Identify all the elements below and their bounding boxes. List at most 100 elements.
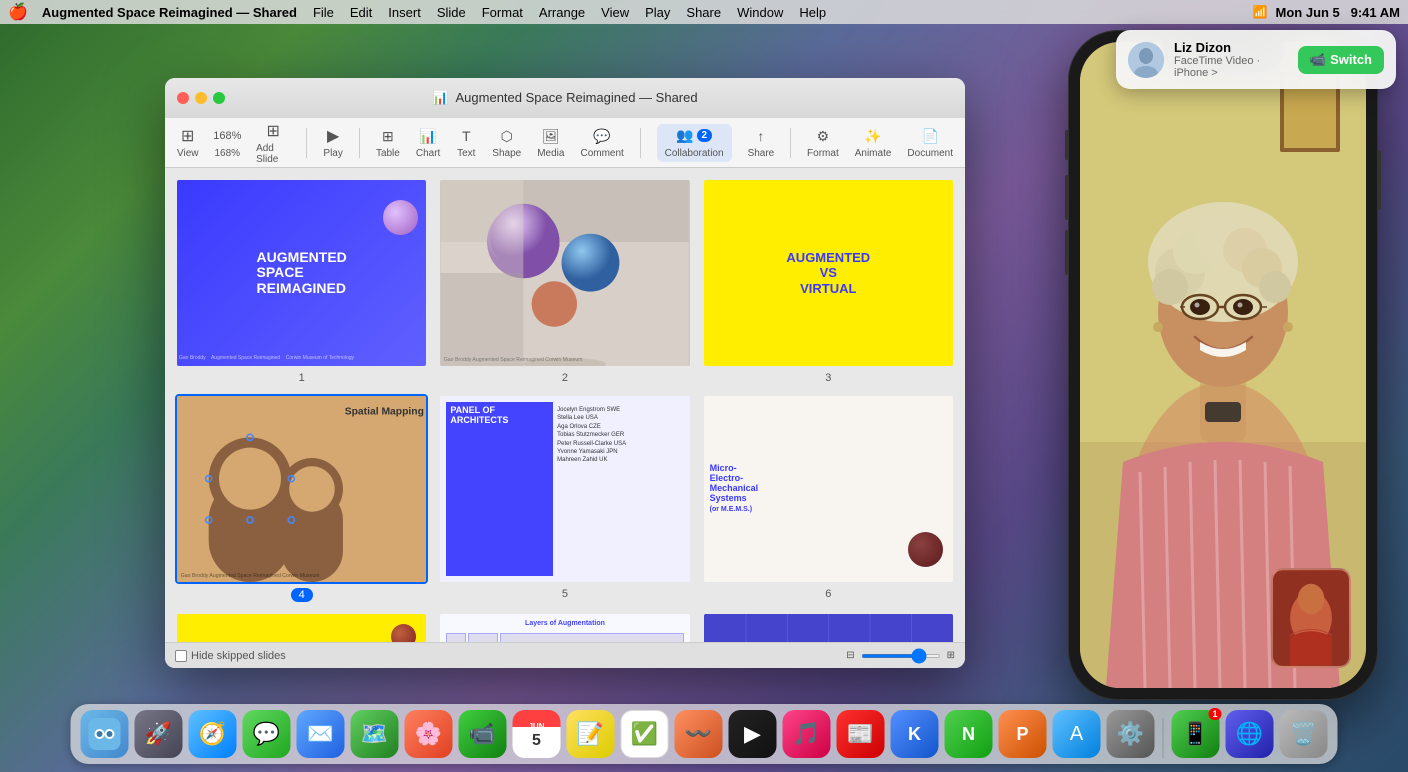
- slide-8-title: Layers of Augmentation: [446, 620, 683, 627]
- facetime-info: Liz Dizon FaceTime Video · iPhone >: [1174, 40, 1288, 79]
- share-toolbar-btn[interactable]: ↑ Share: [748, 126, 775, 159]
- close-button[interactable]: [177, 92, 189, 104]
- table-toolbar-btn[interactable]: ⊞ Table: [376, 126, 400, 159]
- dock-screentime[interactable]: 🌐: [1226, 710, 1274, 758]
- play-label: Play: [323, 148, 342, 159]
- slide-6-number: 6: [825, 588, 831, 600]
- slide-8-item[interactable]: Layers of Augmentation 8: [438, 612, 691, 642]
- dock-news[interactable]: 📰: [837, 710, 885, 758]
- zoom-slider[interactable]: [861, 654, 941, 658]
- hide-skipped-checkbox-area[interactable]: Hide skipped slides: [175, 650, 286, 662]
- add-slide-label: Add Slide: [256, 143, 290, 165]
- view-toolbar-btn[interactable]: ⊞ View: [177, 126, 199, 159]
- slide-5-number: 5: [562, 588, 568, 600]
- share-menu[interactable]: Share: [680, 3, 727, 22]
- slide-7-item[interactable]: AUGO 7: [175, 612, 428, 642]
- add-slide-toolbar-btn[interactable]: ⊞ Add Slide: [256, 121, 290, 165]
- chart-toolbar-btn[interactable]: 📊 Chart: [416, 126, 440, 159]
- iphone-device: [1068, 30, 1378, 700]
- dock-numbers[interactable]: N: [945, 710, 993, 758]
- slide-2-item[interactable]: Gao Broddy Augmented Space Reimagined Co…: [438, 178, 691, 384]
- minimize-button[interactable]: [195, 92, 207, 104]
- hide-skipped-label: Hide skipped slides: [191, 650, 286, 662]
- slide-9-item[interactable]: PHYSICAL AUGMENTED VIRTUAL 9: [702, 612, 955, 642]
- document-toolbar-btn[interactable]: 📄 Document: [907, 126, 953, 159]
- window-menu[interactable]: Window: [731, 3, 789, 22]
- pip-thumbnail: [1271, 568, 1351, 668]
- dock-reminders[interactable]: ✅: [621, 710, 669, 758]
- dock-pages[interactable]: P: [999, 710, 1047, 758]
- format-toolbar-btn[interactable]: ⚙ Format: [807, 126, 839, 159]
- slide-5-item[interactable]: PANEL OFARCHITECTS Jocelyn Engstrom SWE …: [438, 394, 691, 602]
- slide-4-item[interactable]: Spatial Mapping: [175, 394, 428, 602]
- svg-text:Gao Broddy Augmented Space: Gao Broddy Augmented Space Reimagined Co…: [444, 357, 583, 363]
- wifi-icon: 📶: [1253, 5, 1268, 19]
- maximize-button[interactable]: [213, 92, 225, 104]
- dock-mail[interactable]: ✉️: [297, 710, 345, 758]
- dock-messages[interactable]: 💬: [243, 710, 291, 758]
- collaboration-toolbar-btn[interactable]: 👥 2 Collaboration: [657, 124, 732, 162]
- play-toolbar-btn[interactable]: ▶ Play: [323, 126, 343, 159]
- dock-maps[interactable]: 🗺️: [351, 710, 399, 758]
- slide-1-text: AUGMENTEDSPACEREIMAGINED: [249, 242, 355, 304]
- dock-finder[interactable]: [81, 710, 129, 758]
- dock-music[interactable]: 🎵: [783, 710, 831, 758]
- dock-appstore[interactable]: A: [1053, 710, 1101, 758]
- comment-toolbar-btn[interactable]: 💬 Comment: [580, 126, 623, 159]
- hide-skipped-checkbox[interactable]: [175, 650, 187, 662]
- slide-menu[interactable]: Slide: [431, 3, 472, 22]
- format-menu[interactable]: Format: [476, 3, 529, 22]
- iphone-volume-up-button[interactable]: [1065, 175, 1069, 220]
- apple-menu[interactable]: 🍎: [8, 2, 28, 22]
- zoom-toolbar-btn[interactable]: 168% 168%: [215, 126, 241, 159]
- dock: 🚀 🧭 💬 ✉️ 🗺️ 🌸 📹 JUN 5 📝 ✅ 〰️ ▶ 🎵 📰 K: [71, 704, 1338, 764]
- view-menu[interactable]: View: [595, 3, 635, 22]
- toolbar-separator-2: [359, 128, 360, 158]
- facetime-person-name: Liz Dizon: [1174, 40, 1288, 55]
- dock-facetime[interactable]: 📹: [459, 710, 507, 758]
- slide-6-text: Micro-Electro-MechanicalSystems(or M.E.M…: [704, 458, 953, 519]
- dock-freeform[interactable]: 〰️: [675, 710, 723, 758]
- facetime-video-icon: 📹: [1310, 52, 1326, 68]
- dock-calendar[interactable]: JUN 5: [513, 710, 561, 758]
- datetime: Mon Jun 5 9:41 AM: [1276, 5, 1400, 20]
- slide-1-item[interactable]: AUGMENTEDSPACEREIMAGINED Gao Broddy Augm…: [175, 178, 428, 384]
- dock-appletv[interactable]: ▶: [729, 710, 777, 758]
- table-label: Table: [376, 148, 400, 159]
- format-label: Format: [807, 148, 839, 159]
- slide-5-left-text: PANEL OFARCHITECTS: [446, 402, 553, 576]
- toolbar-separator-3: [640, 128, 641, 158]
- dock-facetime-active[interactable]: 📱 1: [1172, 710, 1220, 758]
- window-titlebar: 📊 Augmented Space Reimagined — Shared: [165, 78, 965, 118]
- dock-photos[interactable]: 🌸: [405, 710, 453, 758]
- shape-toolbar-btn[interactable]: ⬡ Shape: [492, 126, 521, 159]
- text-toolbar-btn[interactable]: T Text: [456, 126, 476, 159]
- iphone-mute-button[interactable]: [1065, 130, 1069, 160]
- animate-toolbar-btn[interactable]: ✨ Animate: [855, 126, 892, 159]
- edit-menu[interactable]: Edit: [344, 3, 378, 22]
- dock-launchpad[interactable]: 🚀: [135, 710, 183, 758]
- dock-keynote[interactable]: K: [891, 710, 939, 758]
- iphone-volume-down-button[interactable]: [1065, 230, 1069, 275]
- zoom-slider-max: ⊞: [947, 650, 955, 661]
- file-menu[interactable]: File: [307, 3, 340, 22]
- slide-1-sphere: [383, 200, 418, 235]
- slide-3-item[interactable]: AugmentedVSVirtual 3: [702, 178, 955, 384]
- play-menu[interactable]: Play: [639, 3, 676, 22]
- facetime-switch-button[interactable]: 📹 Switch: [1298, 46, 1384, 74]
- iphone-side-button[interactable]: [1377, 150, 1381, 210]
- dock-system-preferences[interactable]: ⚙️: [1107, 710, 1155, 758]
- help-menu[interactable]: Help: [793, 3, 832, 22]
- dock-safari[interactable]: 🧭: [189, 710, 237, 758]
- window-bottom-bar: Hide skipped slides ⊟ ⊞: [165, 642, 965, 668]
- insert-menu[interactable]: Insert: [382, 3, 427, 22]
- dock-separator: [1163, 718, 1164, 758]
- dock-notes[interactable]: 📝: [567, 710, 615, 758]
- media-toolbar-btn[interactable]: 🖼 Media: [537, 126, 564, 159]
- app-name-menu[interactable]: Augmented Space Reimagined — Shared: [36, 3, 303, 22]
- arrange-menu[interactable]: Arrange: [533, 3, 591, 22]
- slides-grid: AUGMENTEDSPACEREIMAGINED Gao Broddy Augm…: [165, 168, 965, 642]
- slide-6-item[interactable]: Micro-Electro-MechanicalSystems(or M.E.M…: [702, 394, 955, 602]
- dock-trash[interactable]: 🗑️: [1280, 710, 1328, 758]
- slide-5-right-text: Jocelyn Engstrom SWE Stella Lee USA Aga …: [553, 402, 630, 576]
